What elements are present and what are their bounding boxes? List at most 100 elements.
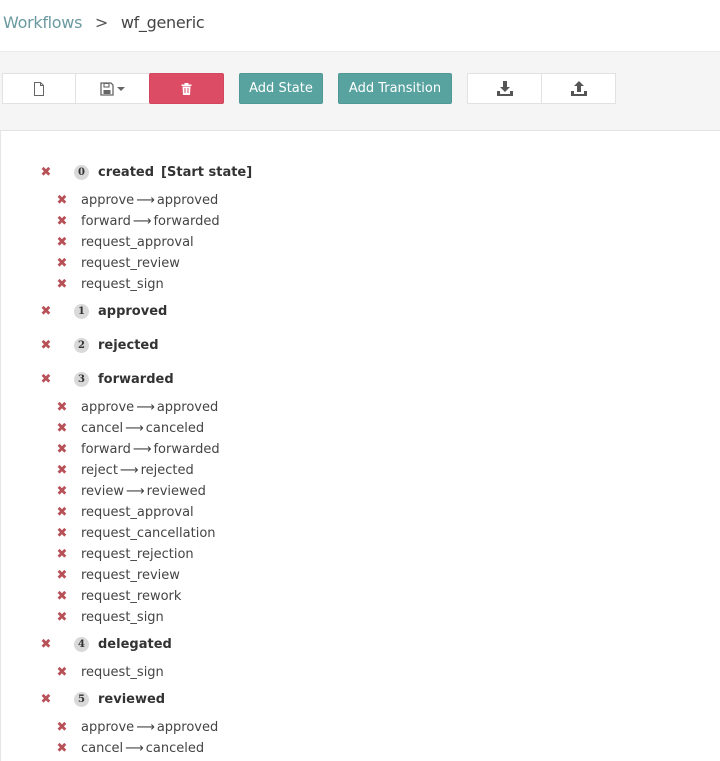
- state-name[interactable]: forwarded: [98, 372, 174, 387]
- transition-row: ✖ request_approval: [56, 502, 194, 522]
- transition-target: reviewed: [146, 483, 206, 499]
- transition-target: approved: [156, 719, 219, 735]
- transition-row: ✖ request_sign: [56, 607, 164, 627]
- remove-transition-icon[interactable]: ✖: [56, 665, 68, 680]
- remove-state-icon[interactable]: ✖: [40, 304, 52, 319]
- remove-transition-icon[interactable]: ✖: [56, 193, 68, 208]
- transition-label[interactable]: request_sign: [81, 610, 164, 625]
- transition-target: canceled: [145, 740, 205, 756]
- transition-label[interactable]: request_rejection: [81, 547, 194, 562]
- transition-row: ✖ reject ⟶ rejected: [56, 460, 194, 480]
- download-icon: [496, 81, 513, 96]
- state-name[interactable]: created: [98, 165, 154, 180]
- transition-label[interactable]: approve: [81, 193, 134, 208]
- remove-transition-icon[interactable]: ✖: [56, 256, 68, 271]
- transition-target: forwarded: [153, 441, 220, 457]
- transition-row: ✖ request_rejection: [56, 544, 194, 564]
- remove-state-icon[interactable]: ✖: [40, 372, 52, 387]
- transition-label[interactable]: request_approval: [81, 505, 194, 520]
- transition-target: rejected: [140, 462, 194, 478]
- arrow-right-icon: ⟶: [125, 420, 144, 436]
- upload-button[interactable]: [541, 73, 616, 104]
- breadcrumb-workflows-link[interactable]: Workflows: [3, 13, 82, 32]
- remove-state-icon[interactable]: ✖: [40, 692, 52, 707]
- delete-button[interactable]: [149, 73, 224, 104]
- transition-label[interactable]: reject: [81, 463, 118, 478]
- arrow-right-icon: ⟶: [119, 462, 139, 478]
- remove-transition-icon[interactable]: ✖: [56, 235, 68, 250]
- remove-transition-icon[interactable]: ✖: [56, 463, 68, 478]
- transition-row: ✖ cancel ⟶ canceled: [56, 418, 205, 438]
- state-name[interactable]: approved: [98, 304, 167, 319]
- transition-label[interactable]: cancel: [81, 741, 123, 756]
- state-index-badge: 5: [74, 691, 89, 707]
- download-button[interactable]: [467, 73, 542, 104]
- state-row-approved: ✖ 1 approved: [40, 301, 167, 321]
- transition-row: ✖ approve ⟶ approved: [56, 190, 219, 210]
- arrow-right-icon: ⟶: [136, 399, 155, 415]
- toolbar: Add State Add Transition: [0, 52, 720, 131]
- remove-transition-icon[interactable]: ✖: [56, 568, 68, 583]
- transition-label[interactable]: forward: [81, 214, 131, 229]
- remove-transition-icon[interactable]: ✖: [56, 741, 68, 756]
- remove-state-icon[interactable]: ✖: [40, 165, 52, 180]
- transition-label[interactable]: request_sign: [81, 277, 164, 292]
- arrow-right-icon: ⟶: [126, 483, 145, 499]
- add-transition-button[interactable]: Add Transition: [338, 73, 452, 104]
- state-row-delegated: ✖ 4 delegated: [40, 634, 172, 654]
- arrow-right-icon: ⟶: [136, 719, 155, 735]
- remove-transition-icon[interactable]: ✖: [56, 589, 68, 604]
- remove-state-icon[interactable]: ✖: [40, 637, 52, 652]
- breadcrumb-current: wf_generic: [120, 13, 205, 32]
- remove-transition-icon[interactable]: ✖: [56, 526, 68, 541]
- state-row-created: ✖ 0 created [Start state]: [40, 162, 252, 182]
- state-name[interactable]: reviewed: [98, 692, 165, 707]
- transition-label[interactable]: cancel: [81, 421, 123, 436]
- transition-target: approved: [156, 192, 219, 208]
- transition-row: ✖ request_approval: [56, 232, 194, 252]
- arrow-right-icon: ⟶: [136, 192, 155, 208]
- remove-transition-icon[interactable]: ✖: [56, 547, 68, 562]
- transition-row: ✖ request_review: [56, 253, 180, 273]
- remove-transition-icon[interactable]: ✖: [56, 442, 68, 457]
- remove-transition-icon[interactable]: ✖: [56, 610, 68, 625]
- transition-target: canceled: [145, 420, 205, 436]
- arrow-right-icon: ⟶: [132, 213, 152, 229]
- state-note: [Start state]: [161, 164, 253, 180]
- transition-row: ✖ request_review: [56, 565, 180, 585]
- breadcrumb: Workflows > wf_generic: [3, 13, 205, 32]
- transition-row: ✖ cancel ⟶ canceled: [56, 738, 205, 758]
- remove-transition-icon[interactable]: ✖: [56, 214, 68, 229]
- transition-row: ✖ request_cancellation: [56, 523, 216, 543]
- remove-transition-icon[interactable]: ✖: [56, 421, 68, 436]
- remove-transition-icon[interactable]: ✖: [56, 720, 68, 735]
- transition-row: ✖ request_sign: [56, 274, 164, 294]
- remove-transition-icon[interactable]: ✖: [56, 484, 68, 499]
- transition-label[interactable]: request_cancellation: [81, 526, 216, 541]
- save-icon: [100, 81, 114, 96]
- transition-row: ✖ request_sign: [56, 662, 164, 682]
- save-dropdown-button[interactable]: [75, 73, 150, 104]
- state-name[interactable]: delegated: [98, 637, 172, 652]
- add-state-button[interactable]: Add State: [239, 73, 323, 104]
- transition-target: forwarded: [153, 213, 220, 229]
- remove-transition-icon[interactable]: ✖: [56, 277, 68, 292]
- transition-label[interactable]: approve: [81, 400, 134, 415]
- transition-label[interactable]: request_approval: [81, 235, 194, 250]
- remove-transition-icon[interactable]: ✖: [56, 505, 68, 520]
- transition-label[interactable]: request_rework: [81, 589, 181, 604]
- new-workflow-button[interactable]: [2, 73, 76, 104]
- transition-row: ✖ approve ⟶ approved: [56, 397, 219, 417]
- remove-state-icon[interactable]: ✖: [40, 338, 52, 353]
- state-row-forwarded: ✖ 3 forwarded: [40, 369, 174, 389]
- breadcrumb-separator: >: [94, 13, 109, 32]
- transition-label[interactable]: forward: [81, 442, 131, 457]
- remove-transition-icon[interactable]: ✖: [56, 400, 68, 415]
- transition-label[interactable]: request_review: [81, 256, 180, 271]
- transition-label[interactable]: request_review: [81, 568, 180, 583]
- transition-label[interactable]: approve: [81, 720, 134, 735]
- transition-label[interactable]: request_sign: [81, 665, 164, 680]
- state-index-badge: 1: [74, 303, 89, 319]
- state-name[interactable]: rejected: [98, 338, 159, 353]
- transition-label[interactable]: review: [81, 484, 124, 499]
